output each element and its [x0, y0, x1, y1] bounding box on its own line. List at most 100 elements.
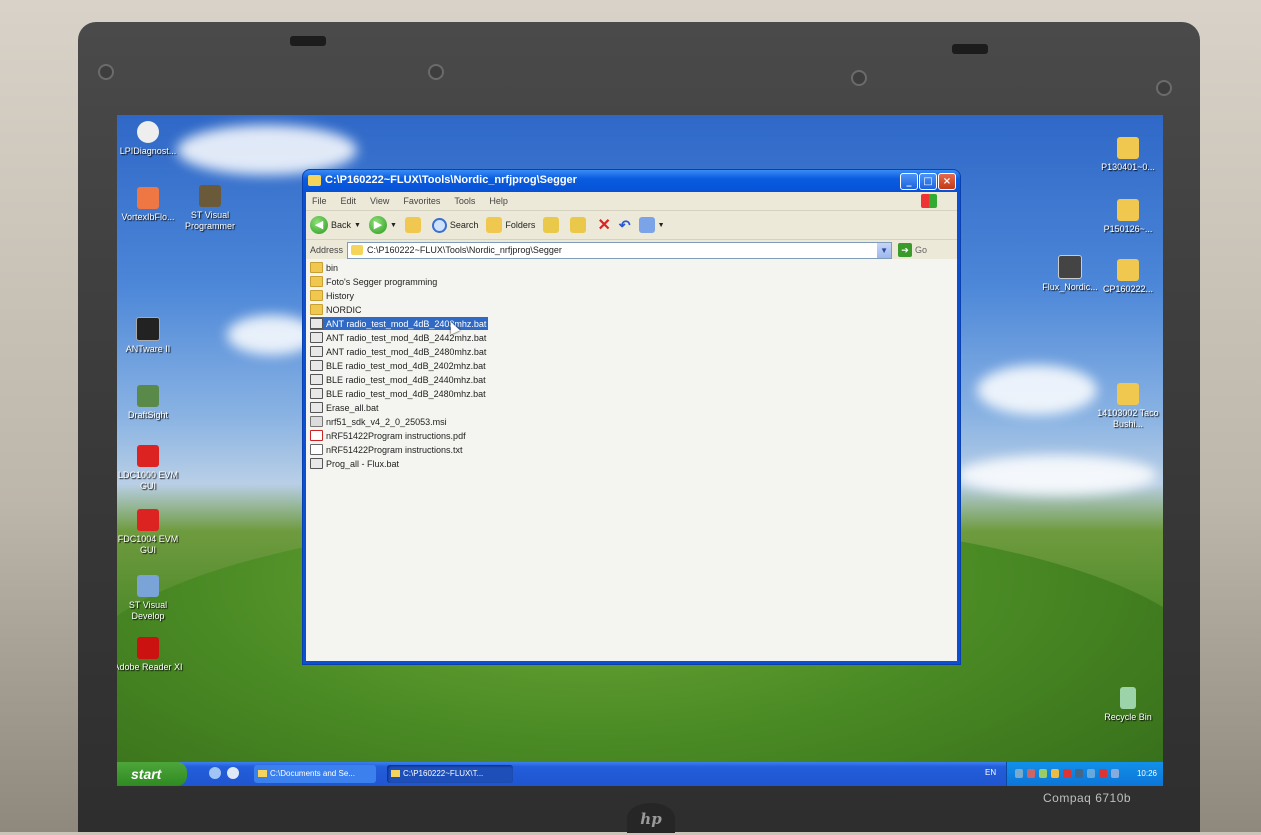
tray-icon[interactable]: [1087, 769, 1095, 778]
sky-cloud: [957, 455, 1157, 495]
menu-bar: File Edit View Favorites Tools Help: [306, 192, 957, 211]
file-item[interactable]: ANT radio_test_mod_4dB_2442mhz.bat: [310, 331, 488, 344]
close-button[interactable]: ×: [938, 173, 956, 190]
file-item[interactable]: Erase_all.bat: [310, 401, 381, 414]
tray-icon[interactable]: [1051, 769, 1059, 778]
folder-icon: [308, 175, 321, 186]
lid-latch: [290, 36, 326, 46]
undo-button[interactable]: ↶: [619, 217, 631, 234]
quick-launch-desktop-icon[interactable]: [227, 767, 239, 779]
pdf-icon: [310, 430, 323, 441]
explorer-window[interactable]: C:\P160222~FLUX\Tools\Nordic_nrfjprog\Se…: [303, 170, 960, 664]
file-name: ANT radio_test_mod_4dB_2442mhz.bat: [326, 332, 487, 343]
copy-to-button[interactable]: [570, 217, 589, 233]
bezel-screw: [851, 70, 867, 86]
chevron-down-icon: ▼: [657, 221, 665, 229]
file-item[interactable]: BLE radio_test_mod_4dB_2440mhz.bat: [310, 373, 488, 386]
tray-icon[interactable]: [1099, 769, 1107, 778]
app-icon: [137, 575, 159, 597]
start-button[interactable]: start: [117, 762, 187, 786]
file-item[interactable]: NORDIC: [310, 303, 364, 316]
desktop-icon-label: P130401~0...: [1101, 162, 1155, 172]
maximize-button[interactable]: □: [919, 173, 937, 190]
move-to-button[interactable]: [543, 217, 562, 233]
quick-launch-ie-icon[interactable]: [209, 767, 221, 779]
desktop-icon-label: Flux_Nordic...: [1042, 282, 1098, 292]
window-titlebar[interactable]: C:\P160222~FLUX\Tools\Nordic_nrfjprog\Se…: [303, 170, 960, 192]
views-button[interactable]: ▼: [638, 217, 665, 233]
delete-button[interactable]: ✕: [597, 215, 610, 235]
menu-file[interactable]: File: [312, 196, 327, 206]
tray-icon[interactable]: [1063, 769, 1071, 778]
back-label: Back: [331, 220, 352, 230]
file-item[interactable]: History: [310, 289, 356, 302]
back-button[interactable]: ◀ Back ▼: [310, 216, 361, 234]
file-list[interactable]: bin Foto's Segger programming History NO…: [306, 259, 957, 661]
recycle-bin-icon: [1120, 687, 1136, 709]
back-arrow-icon: ◀: [310, 216, 328, 234]
desktop-icon-lpidiagnost[interactable]: LPIDiagnost...: [117, 121, 183, 157]
desktop-icon-antware[interactable]: ANTware II: [117, 317, 183, 355]
file-item[interactable]: ANT radio_test_mod_4dB_2480mhz.bat: [310, 345, 488, 358]
app-icon: [137, 187, 159, 209]
desktop-icon-adobe-reader[interactable]: Adobe Reader XI: [117, 637, 183, 673]
tray-icon[interactable]: [1027, 769, 1035, 778]
desktop-icon-recycle-bin[interactable]: Recycle Bin: [1093, 687, 1163, 723]
clock[interactable]: 10:26: [1137, 769, 1157, 778]
desktop-icon-fdc1004[interactable]: FDC1004 EVM GUI: [117, 509, 183, 556]
address-value: C:\P160222~FLUX\Tools\Nordic_nrfjprog\Se…: [367, 245, 562, 255]
language-indicator[interactable]: EN: [985, 768, 996, 777]
desktop-icon-draftsight[interactable]: DraftSight: [117, 385, 183, 421]
file-item[interactable]: Prog_all - Flux.bat: [310, 457, 401, 470]
desktop-icon-14103002[interactable]: 14103002 Taco Bushi...: [1093, 383, 1163, 430]
folder-icon: [310, 276, 323, 287]
file-item[interactable]: nRF51422Program instructions.pdf: [310, 429, 468, 442]
address-bar: Address C:\P160222~FLUX\Tools\Nordic_nrf…: [306, 240, 957, 261]
app-icon: [137, 121, 159, 143]
tray-icon[interactable]: [1075, 769, 1083, 778]
desktop-icon-cp160222[interactable]: CP160222...: [1093, 259, 1163, 295]
file-item[interactable]: nrf51_sdk_v4_2_0_25053.msi: [310, 415, 449, 428]
tray-icon[interactable]: [1039, 769, 1047, 778]
undo-icon: ↶: [618, 216, 631, 233]
desktop-icon-st-visual-develop[interactable]: ST Visual Develop: [117, 575, 183, 622]
menu-view[interactable]: View: [370, 196, 389, 206]
address-input[interactable]: C:\P160222~FLUX\Tools\Nordic_nrfjprog\Se…: [347, 241, 893, 259]
chevron-down-icon[interactable]: ▼: [877, 242, 892, 258]
file-item[interactable]: Foto's Segger programming: [310, 275, 439, 288]
taskbar-button-documents[interactable]: C:\Documents and Se...: [254, 765, 376, 783]
file-item[interactable]: BLE radio_test_mod_4dB_2480mhz.bat: [310, 387, 488, 400]
app-icon: [137, 445, 159, 467]
desktop-icon-st-visual-programmer[interactable]: ST Visual Programmer: [175, 185, 245, 232]
tray-icon[interactable]: [1015, 769, 1023, 778]
menu-tools[interactable]: Tools: [454, 196, 475, 206]
app-icon: [136, 317, 160, 341]
file-item[interactable]: nRF51422Program instructions.txt: [310, 443, 465, 456]
taskbar-button-explorer[interactable]: C:\P160222~FLUX\T...: [387, 765, 513, 783]
desktop-icon-vortexibflo[interactable]: VortexIbFlo...: [117, 187, 183, 223]
laptop-model-label: Compaq 6710b: [1043, 791, 1132, 805]
batch-file-icon: [310, 402, 323, 413]
windows-logo-icon: [921, 194, 937, 208]
minimize-button[interactable]: _: [900, 173, 918, 190]
menu-favorites[interactable]: Favorites: [403, 196, 440, 206]
file-item[interactable]: BLE radio_test_mod_4dB_2402mhz.bat: [310, 359, 488, 372]
search-label: Search: [449, 220, 479, 230]
forward-button[interactable]: ▶ ▼: [368, 216, 397, 234]
search-button[interactable]: Search: [431, 217, 479, 233]
system-tray: EN 10:26: [985, 762, 1163, 786]
file-item[interactable]: bin: [310, 261, 340, 274]
go-button[interactable]: ➔ Go: [898, 243, 927, 257]
installer-icon: [310, 416, 323, 427]
desktop-icon-ldc1000[interactable]: LDC1000 EVM GUI: [117, 445, 183, 492]
desktop-icon-p130401[interactable]: P130401~0...: [1093, 137, 1163, 173]
file-item-selected[interactable]: ANT radio_test_mod_4dB_2403mhz.bat: [310, 317, 489, 330]
up-folder-button[interactable]: [404, 217, 424, 233]
menu-edit[interactable]: Edit: [341, 196, 357, 206]
desktop-icon-label: CP160222...: [1102, 284, 1154, 294]
tray-icon[interactable]: [1111, 769, 1119, 778]
move-to-icon: [543, 217, 560, 233]
folders-button[interactable]: Folders: [486, 217, 535, 233]
menu-help[interactable]: Help: [489, 196, 508, 206]
desktop-icon-p150126[interactable]: P150126~...: [1093, 199, 1163, 235]
